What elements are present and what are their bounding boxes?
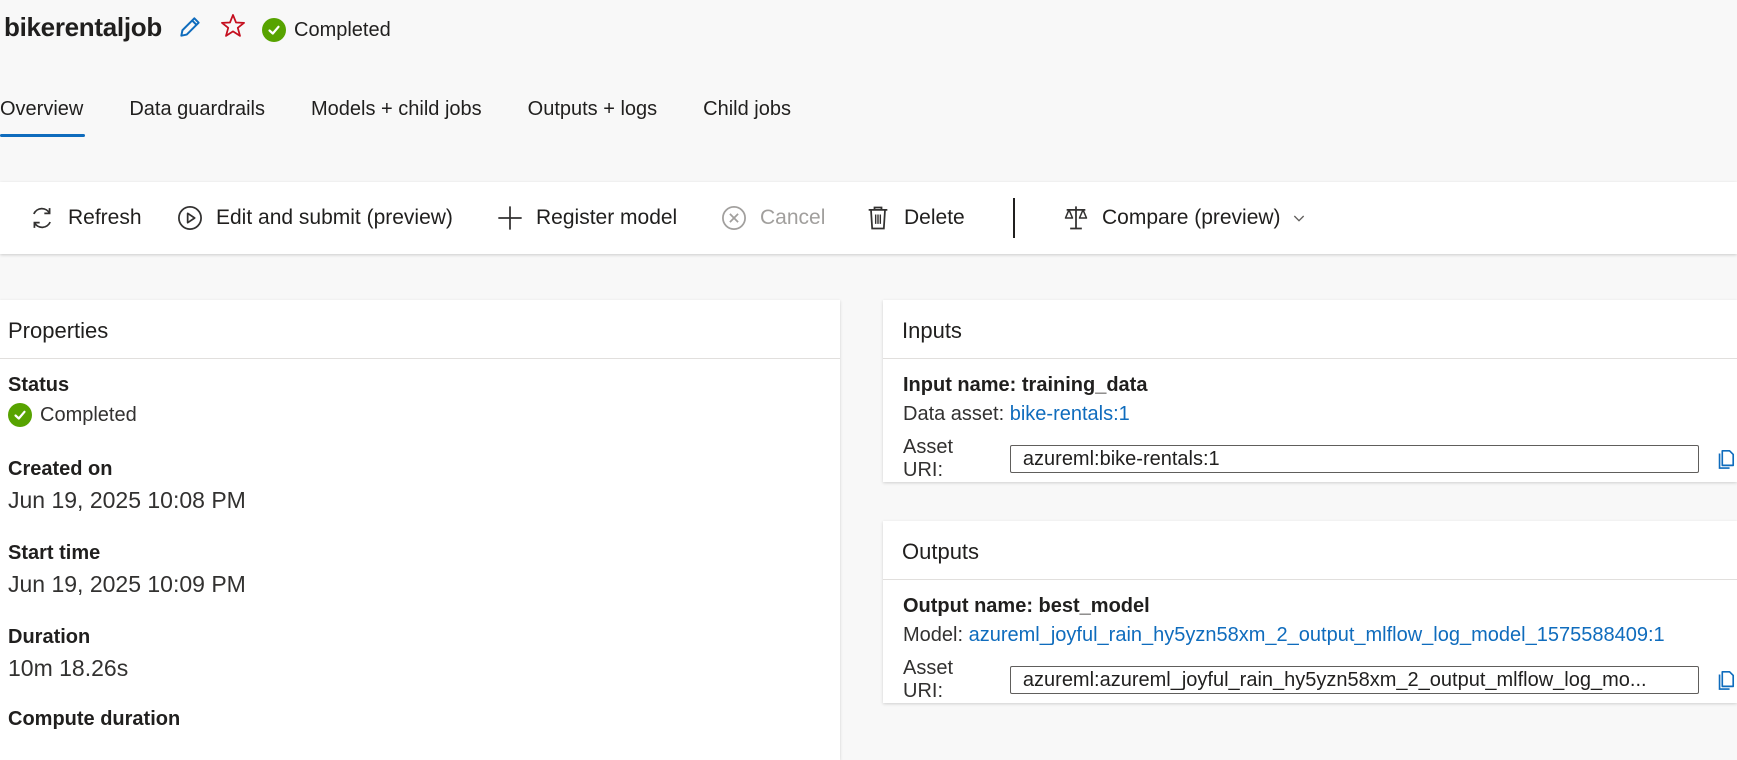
cancel-circle-icon (722, 206, 746, 230)
card-divider (883, 579, 1737, 580)
output-asset-uri-field[interactable]: azureml:azureml_joyful_rain_hy5yzn58xm_2… (1009, 666, 1700, 694)
created-property: Created on Jun 19, 2025 10:08 PM (8, 458, 246, 514)
job-status: Completed (262, 18, 391, 42)
copy-icon[interactable] (1715, 448, 1737, 470)
refresh-label: Refresh (68, 206, 142, 229)
start-time-property: Start time Jun 19, 2025 10:09 PM (8, 542, 246, 598)
delete-button[interactable]: Delete (864, 204, 965, 232)
toolbar-divider (1013, 198, 1015, 238)
created-label: Created on (8, 458, 113, 480)
status-label: Status (8, 374, 70, 396)
card-divider (0, 358, 840, 359)
tab-outputs-logs[interactable]: Outputs + logs (528, 98, 658, 135)
job-title: bikerentaljob (4, 12, 162, 42)
plus-icon (498, 206, 522, 230)
tab-models-child-jobs[interactable]: Models + child jobs (311, 98, 482, 135)
outputs-title: Outputs (902, 539, 980, 564)
asset-uri-label: Asset URI: (903, 657, 954, 702)
duration-property: Duration 10m 18.26s (8, 626, 128, 682)
input-uri-row: Asset URI: azureml:bike-rentals:1 (903, 436, 1737, 482)
status-value: Completed (40, 403, 137, 426)
properties-title: Properties (8, 318, 109, 343)
delete-label: Delete (904, 206, 965, 229)
data-asset-prefix: Data asset: (903, 403, 1010, 425)
tab-child-jobs[interactable]: Child jobs (703, 98, 791, 135)
card-divider (883, 358, 1737, 359)
compare-dropdown-button[interactable]: Compare (preview) (1062, 204, 1307, 232)
inputs-card: Inputs Input name: training_data Data as… (883, 300, 1737, 482)
status-value-row: Completed (8, 403, 137, 427)
copy-icon[interactable] (1715, 669, 1737, 691)
trash-icon (868, 206, 888, 230)
asset-uri-label: Asset URI: (903, 436, 954, 481)
model-prefix: Model: (903, 624, 969, 646)
tab-data-guardrails[interactable]: Data guardrails (129, 98, 265, 135)
input-data-asset: Data asset: bike-rentals:1 (903, 403, 1737, 426)
refresh-button[interactable]: Refresh (28, 204, 142, 232)
play-circle-icon (178, 206, 202, 230)
output-uri-row: Asset URI: azureml:azureml_joyful_rain_h… (903, 657, 1737, 703)
start-time-value: Jun 19, 2025 10:09 PM (8, 571, 246, 597)
cancel-button[interactable]: Cancel (720, 204, 825, 232)
cancel-label: Cancel (760, 206, 826, 229)
data-asset-link[interactable]: bike-rentals:1 (1010, 403, 1130, 425)
output-model: Model: azureml_joyful_rain_hy5yzn58xm_2_… (903, 624, 1737, 647)
properties-card: Properties Status Completed Created on J… (0, 300, 840, 760)
outputs-card: Outputs Output name: best_model Model: a… (883, 521, 1737, 703)
status-property: Status Completed (8, 374, 137, 427)
output-name: Output name: best_model (903, 595, 1150, 617)
favorite-star-icon[interactable] (219, 12, 247, 40)
refresh-icon (33, 207, 51, 229)
input-name: Input name: training_data (903, 374, 1148, 396)
edit-submit-button[interactable]: Edit and submit (preview) (176, 204, 453, 232)
job-status-text: Completed (294, 18, 391, 41)
duration-value: 10m 18.26s (8, 655, 129, 681)
chevron-down-icon (1293, 215, 1304, 222)
start-time-label: Start time (8, 542, 101, 564)
tab-bar: Overview Data guardrails Models + child … (0, 98, 837, 137)
compare-label: Compare (preview) (1102, 206, 1281, 229)
edit-submit-label: Edit and submit (preview) (216, 206, 453, 229)
output-item: Output name: best_model Model: azureml_j… (903, 595, 1737, 703)
compute-duration-label: Compute duration (8, 708, 181, 730)
compute-duration-property: Compute duration (8, 708, 180, 731)
completed-check-icon (262, 18, 286, 42)
command-bar: Refresh Edit and submit (preview) Regist… (0, 182, 1737, 254)
created-value: Jun 19, 2025 10:08 PM (8, 487, 246, 513)
register-model-label: Register model (536, 206, 678, 229)
scale-balance-icon (1064, 206, 1088, 230)
input-item: Input name: training_data Data asset: bi… (903, 374, 1737, 482)
duration-label: Duration (8, 626, 91, 648)
input-asset-uri-field[interactable]: azureml:bike-rentals:1 (1009, 445, 1700, 473)
register-model-button[interactable]: Register model (496, 204, 677, 232)
model-link[interactable]: azureml_joyful_rain_hy5yzn58xm_2_output_… (969, 624, 1665, 646)
edit-pencil-icon[interactable] (177, 14, 203, 40)
completed-check-icon (8, 403, 32, 427)
inputs-title: Inputs (902, 318, 962, 343)
tab-overview[interactable]: Overview (0, 98, 86, 137)
